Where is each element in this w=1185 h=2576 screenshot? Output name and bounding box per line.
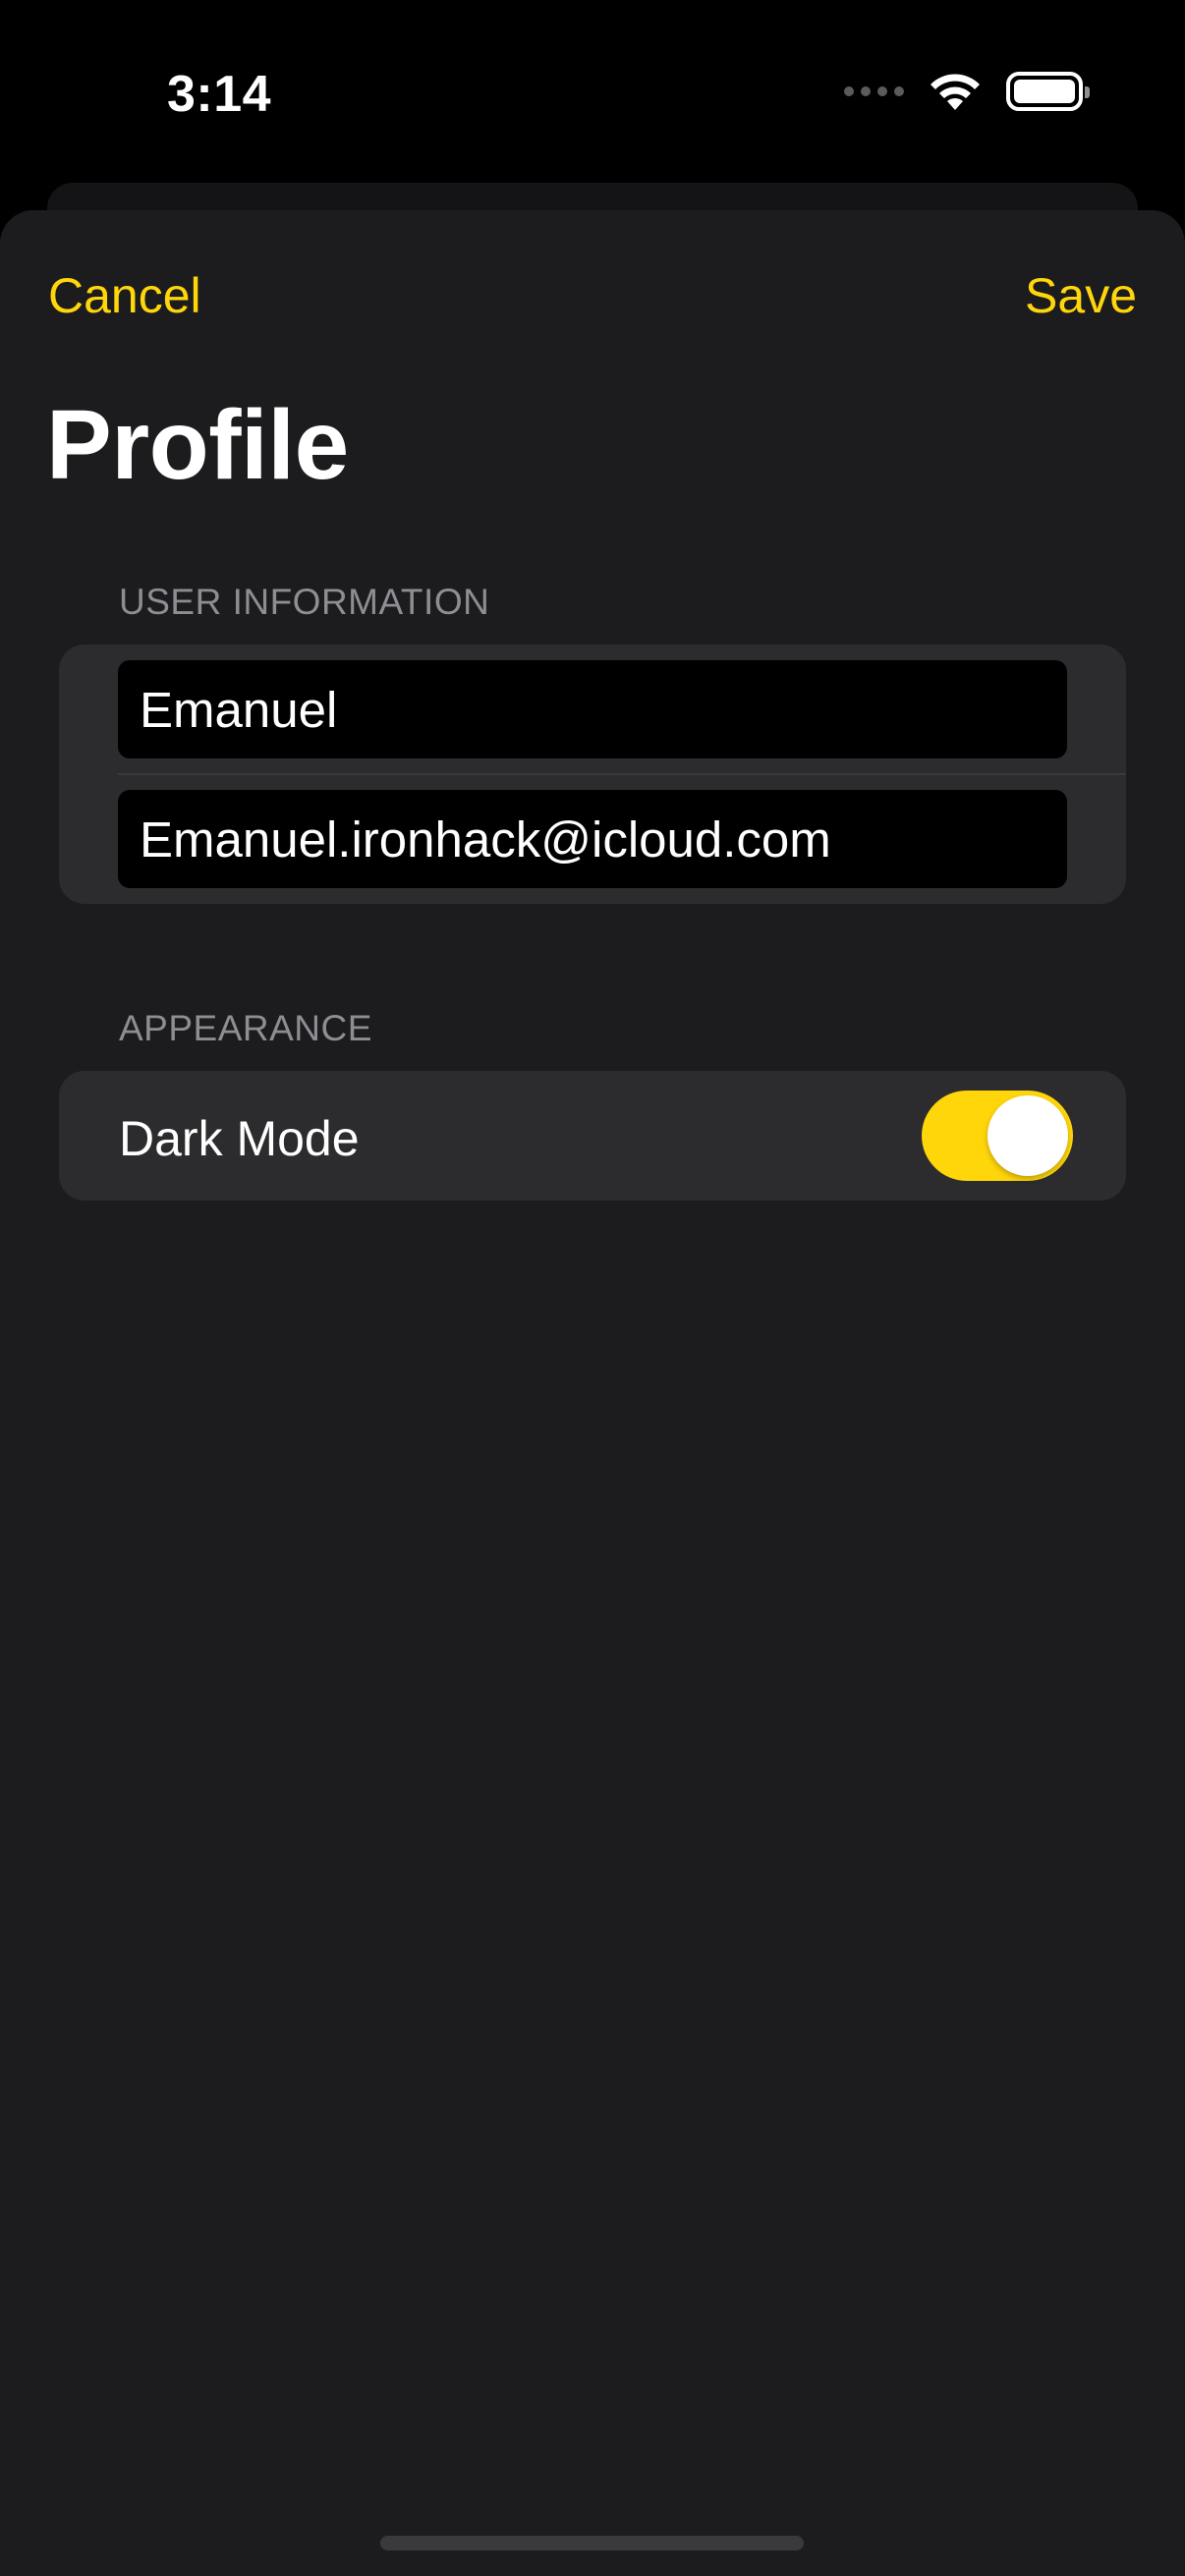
section-header-user-information: USER INFORMATION: [119, 582, 490, 622]
dark-mode-toggle[interactable]: [922, 1091, 1073, 1181]
status-icons: [844, 71, 1090, 112]
screen: 3:14 Cancel Save Profile USER INFORMATIO…: [0, 0, 1185, 2576]
wifi-icon: [928, 71, 983, 112]
cellular-signal-icon: [844, 86, 904, 96]
section-header-appearance: APPEARANCE: [119, 1008, 372, 1048]
profile-sheet: Cancel Save Profile USER INFORMATION APP…: [0, 210, 1185, 2576]
dark-mode-label: Dark Mode: [119, 1111, 360, 1166]
separator: [118, 773, 1126, 775]
status-time: 3:14: [167, 66, 272, 123]
home-indicator: [380, 2536, 804, 2550]
page-title: Profile: [46, 390, 349, 500]
email-field[interactable]: [118, 790, 1067, 888]
user-information-group: [59, 644, 1126, 904]
save-button[interactable]: Save: [1025, 267, 1137, 324]
battery-icon: [1006, 72, 1090, 111]
cancel-button[interactable]: Cancel: [48, 267, 201, 324]
appearance-group: Dark Mode: [59, 1071, 1126, 1201]
toggle-knob: [988, 1095, 1068, 1176]
name-field[interactable]: [118, 660, 1067, 758]
